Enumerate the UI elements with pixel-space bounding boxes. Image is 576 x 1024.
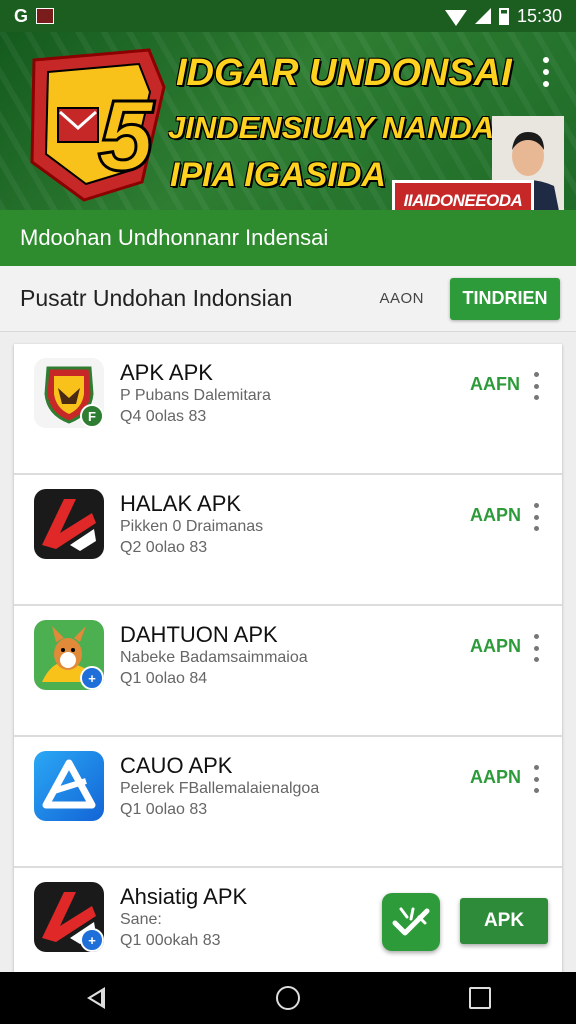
banner-headline-1: IDGAR UNDONSAI (176, 52, 512, 94)
app-size: Q1 00okah 83 (120, 932, 221, 949)
signal-icon (474, 8, 491, 24)
item-menu-icon[interactable] (530, 503, 542, 531)
recents-button[interactable] (450, 976, 510, 1020)
status-app-label: G (14, 5, 29, 26)
app-action-button[interactable]: AAPN (470, 767, 521, 788)
home-icon (276, 986, 300, 1010)
green-app-icon[interactable] (382, 893, 440, 951)
item-menu-icon[interactable] (530, 372, 542, 400)
badge-icon: + (80, 666, 104, 690)
badge-icon: + (80, 928, 104, 952)
app-action-button[interactable]: AAPN (470, 636, 521, 657)
banner-headline-3: IPIA IGASIDASK! (170, 156, 386, 194)
app-developer: Pelerek FBallemalaienalgoa (120, 780, 320, 797)
red-arrow-logo-icon (34, 489, 104, 559)
app-size: Q2 0olao 83 (120, 539, 208, 556)
battery-icon (498, 7, 509, 25)
promo-banner[interactable]: 5 IDGAR UNDONSAI JINDENSIUAY NANDAKAHI I… (0, 32, 576, 210)
item-menu-icon[interactable] (530, 634, 542, 662)
list-item[interactable]: HALAK APK Pikken 0 Draimanas Q2 0olao 83… (14, 475, 562, 606)
app-name: HALAK APK (120, 491, 242, 516)
app-name: Ahsiatig APK (120, 884, 248, 909)
page-title: Pusatr Undohan Indonsian (20, 285, 293, 311)
list-item[interactable]: + DAHTUON APK Nabeke Badamsaimmaioa Q1 0… (14, 606, 562, 737)
app-size: Q4 0olas 83 (120, 408, 207, 425)
item-menu-icon[interactable] (530, 765, 542, 793)
banner-badge: IIAIDONEEODA (392, 180, 534, 210)
list-item[interactable]: CAUO APK Pelerek FBallemalaienalgoa Q1 0… (14, 737, 562, 868)
header-small-link[interactable]: AAON (379, 290, 424, 307)
wifi-icon (444, 10, 467, 26)
banner-headline-2: JINDENSIUAY NANDAKAHI (168, 110, 532, 145)
more-options-icon[interactable] (534, 54, 558, 90)
home-button[interactable] (258, 976, 318, 1020)
app-action-button[interactable]: AAFN (470, 374, 520, 395)
app-developer: Sane: (120, 911, 162, 928)
header-action-button[interactable]: TINDRIEN (450, 277, 560, 320)
status-time: 15:30 (516, 5, 562, 26)
app-developer: Nabeke Badamsaimmaioa (120, 649, 308, 666)
back-button[interactable] (66, 976, 126, 1020)
shield-logo-icon: 5 (30, 48, 166, 202)
system-nav-bar (0, 972, 576, 1024)
subtitle-bar: Mdoohan Undhonnanr Indensai (0, 210, 576, 266)
list-item[interactable]: F APK APK P Pubans Dalemitara Q4 0olas 8… (14, 344, 562, 475)
status-bar: G 15:30 (0, 0, 576, 32)
app-action-button[interactable]: AAPN (470, 505, 521, 526)
shield-number: 5 (98, 80, 155, 192)
apk-button[interactable]: APK (460, 898, 548, 944)
app-developer: P Pubans Dalemitara (120, 387, 271, 404)
subtitle-text: Mdoohan Undhonnanr Indensai (20, 225, 329, 250)
app-name: DAHTUON APK (120, 622, 278, 647)
app-list: F APK APK P Pubans Dalemitara Q4 0olas 8… (14, 344, 562, 972)
app-developer: Pikken 0 Draimanas (120, 518, 264, 535)
app-name: APK APK (120, 360, 213, 385)
app-name: CAUO APK (120, 753, 233, 778)
recents-icon (469, 987, 491, 1009)
back-icon (87, 987, 105, 1009)
app-icon (36, 8, 55, 24)
badge-icon: F (80, 404, 104, 428)
blue-triangle-logo-icon (34, 751, 104, 821)
app-size: Q1 0olao 83 (120, 801, 208, 818)
section-header: Pusatr Undohan Indonsian AAON TINDRIEN (0, 266, 576, 332)
app-size: Q1 0olao 84 (120, 670, 208, 687)
